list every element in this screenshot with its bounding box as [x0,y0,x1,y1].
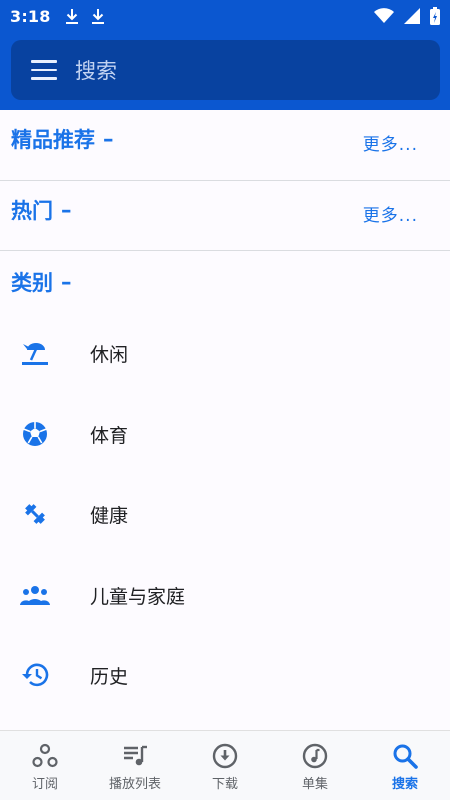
music-note-icon [302,743,328,769]
tab-subscriptions[interactable]: 订阅 [0,731,90,800]
beach-umbrella-icon [20,338,50,368]
categories-title-text: 类别 [11,271,53,295]
download-notifications [65,8,105,24]
category-label: 休闲 [90,343,129,366]
app-bar: 搜索 [0,32,450,110]
popular-title-text: 热门 [11,199,53,223]
tab-label: 播放列表 [108,777,161,792]
collapse-dash-icon[interactable]: – [61,270,72,294]
category-label: 健康 [90,504,129,527]
soccer-ball-icon [20,419,50,449]
tab-label: 下载 [211,777,238,792]
category-item-kids-family[interactable]: 儿童与家庭 [0,555,450,635]
tab-label: 单集 [301,777,328,792]
menu-icon[interactable] [31,60,57,80]
tab-search[interactable]: 搜索 [360,731,450,800]
collapse-dash-icon[interactable]: – [61,198,72,222]
tab-playlists[interactable]: 播放列表 [90,731,180,800]
dumbbell-icon [20,499,50,529]
category-label: 儿童与家庭 [90,585,186,608]
search-icon [393,744,418,769]
popular-more-link[interactable]: 更多... [363,201,418,226]
category-item-history[interactable]: 历史 [0,635,450,715]
bottom-navigation: 订阅 播放列表 下载 单集 搜索 [0,730,450,800]
history-clock-icon [20,660,50,690]
categories-section: 类别 – [0,251,450,311]
featured-section: 精品推荐 – 更多... [0,110,450,181]
subscriptions-icon [32,743,58,768]
featured-title-text: 精品推荐 [11,128,95,152]
status-time: 3:18 [10,6,51,26]
collapse-dash-icon[interactable]: – [103,127,114,151]
featured-title: 精品推荐 – [11,124,114,154]
featured-more-link[interactable]: 更多... [363,130,418,155]
playlist-icon [124,745,147,766]
category-item-leisure[interactable]: 休闲 [0,313,450,393]
tab-label: 订阅 [31,777,58,792]
search-input[interactable]: 搜索 [75,55,117,85]
categories-title: 类别 – [11,267,72,297]
category-label: 体育 [90,424,129,447]
status-bar: 3:18 [0,0,450,32]
search-bar[interactable]: 搜索 [11,40,440,100]
popular-section: 热门 – 更多... [0,181,450,251]
category-item-health[interactable]: 健康 [0,474,450,554]
download-notification-icon [65,9,78,24]
download-notification-icon [91,9,104,24]
category-label: 历史 [90,665,129,688]
popular-title: 热门 – [11,195,72,225]
wifi-icon [374,8,394,23]
family-group-icon [20,580,50,610]
tab-label: 搜索 [391,777,418,792]
category-item-sports[interactable]: 体育 [0,394,450,474]
tab-episodes[interactable]: 单集 [270,731,360,800]
tab-downloads[interactable]: 下载 [180,731,270,800]
cellular-signal-icon [404,8,420,24]
battery-icon [430,7,440,25]
download-icon [212,743,238,769]
